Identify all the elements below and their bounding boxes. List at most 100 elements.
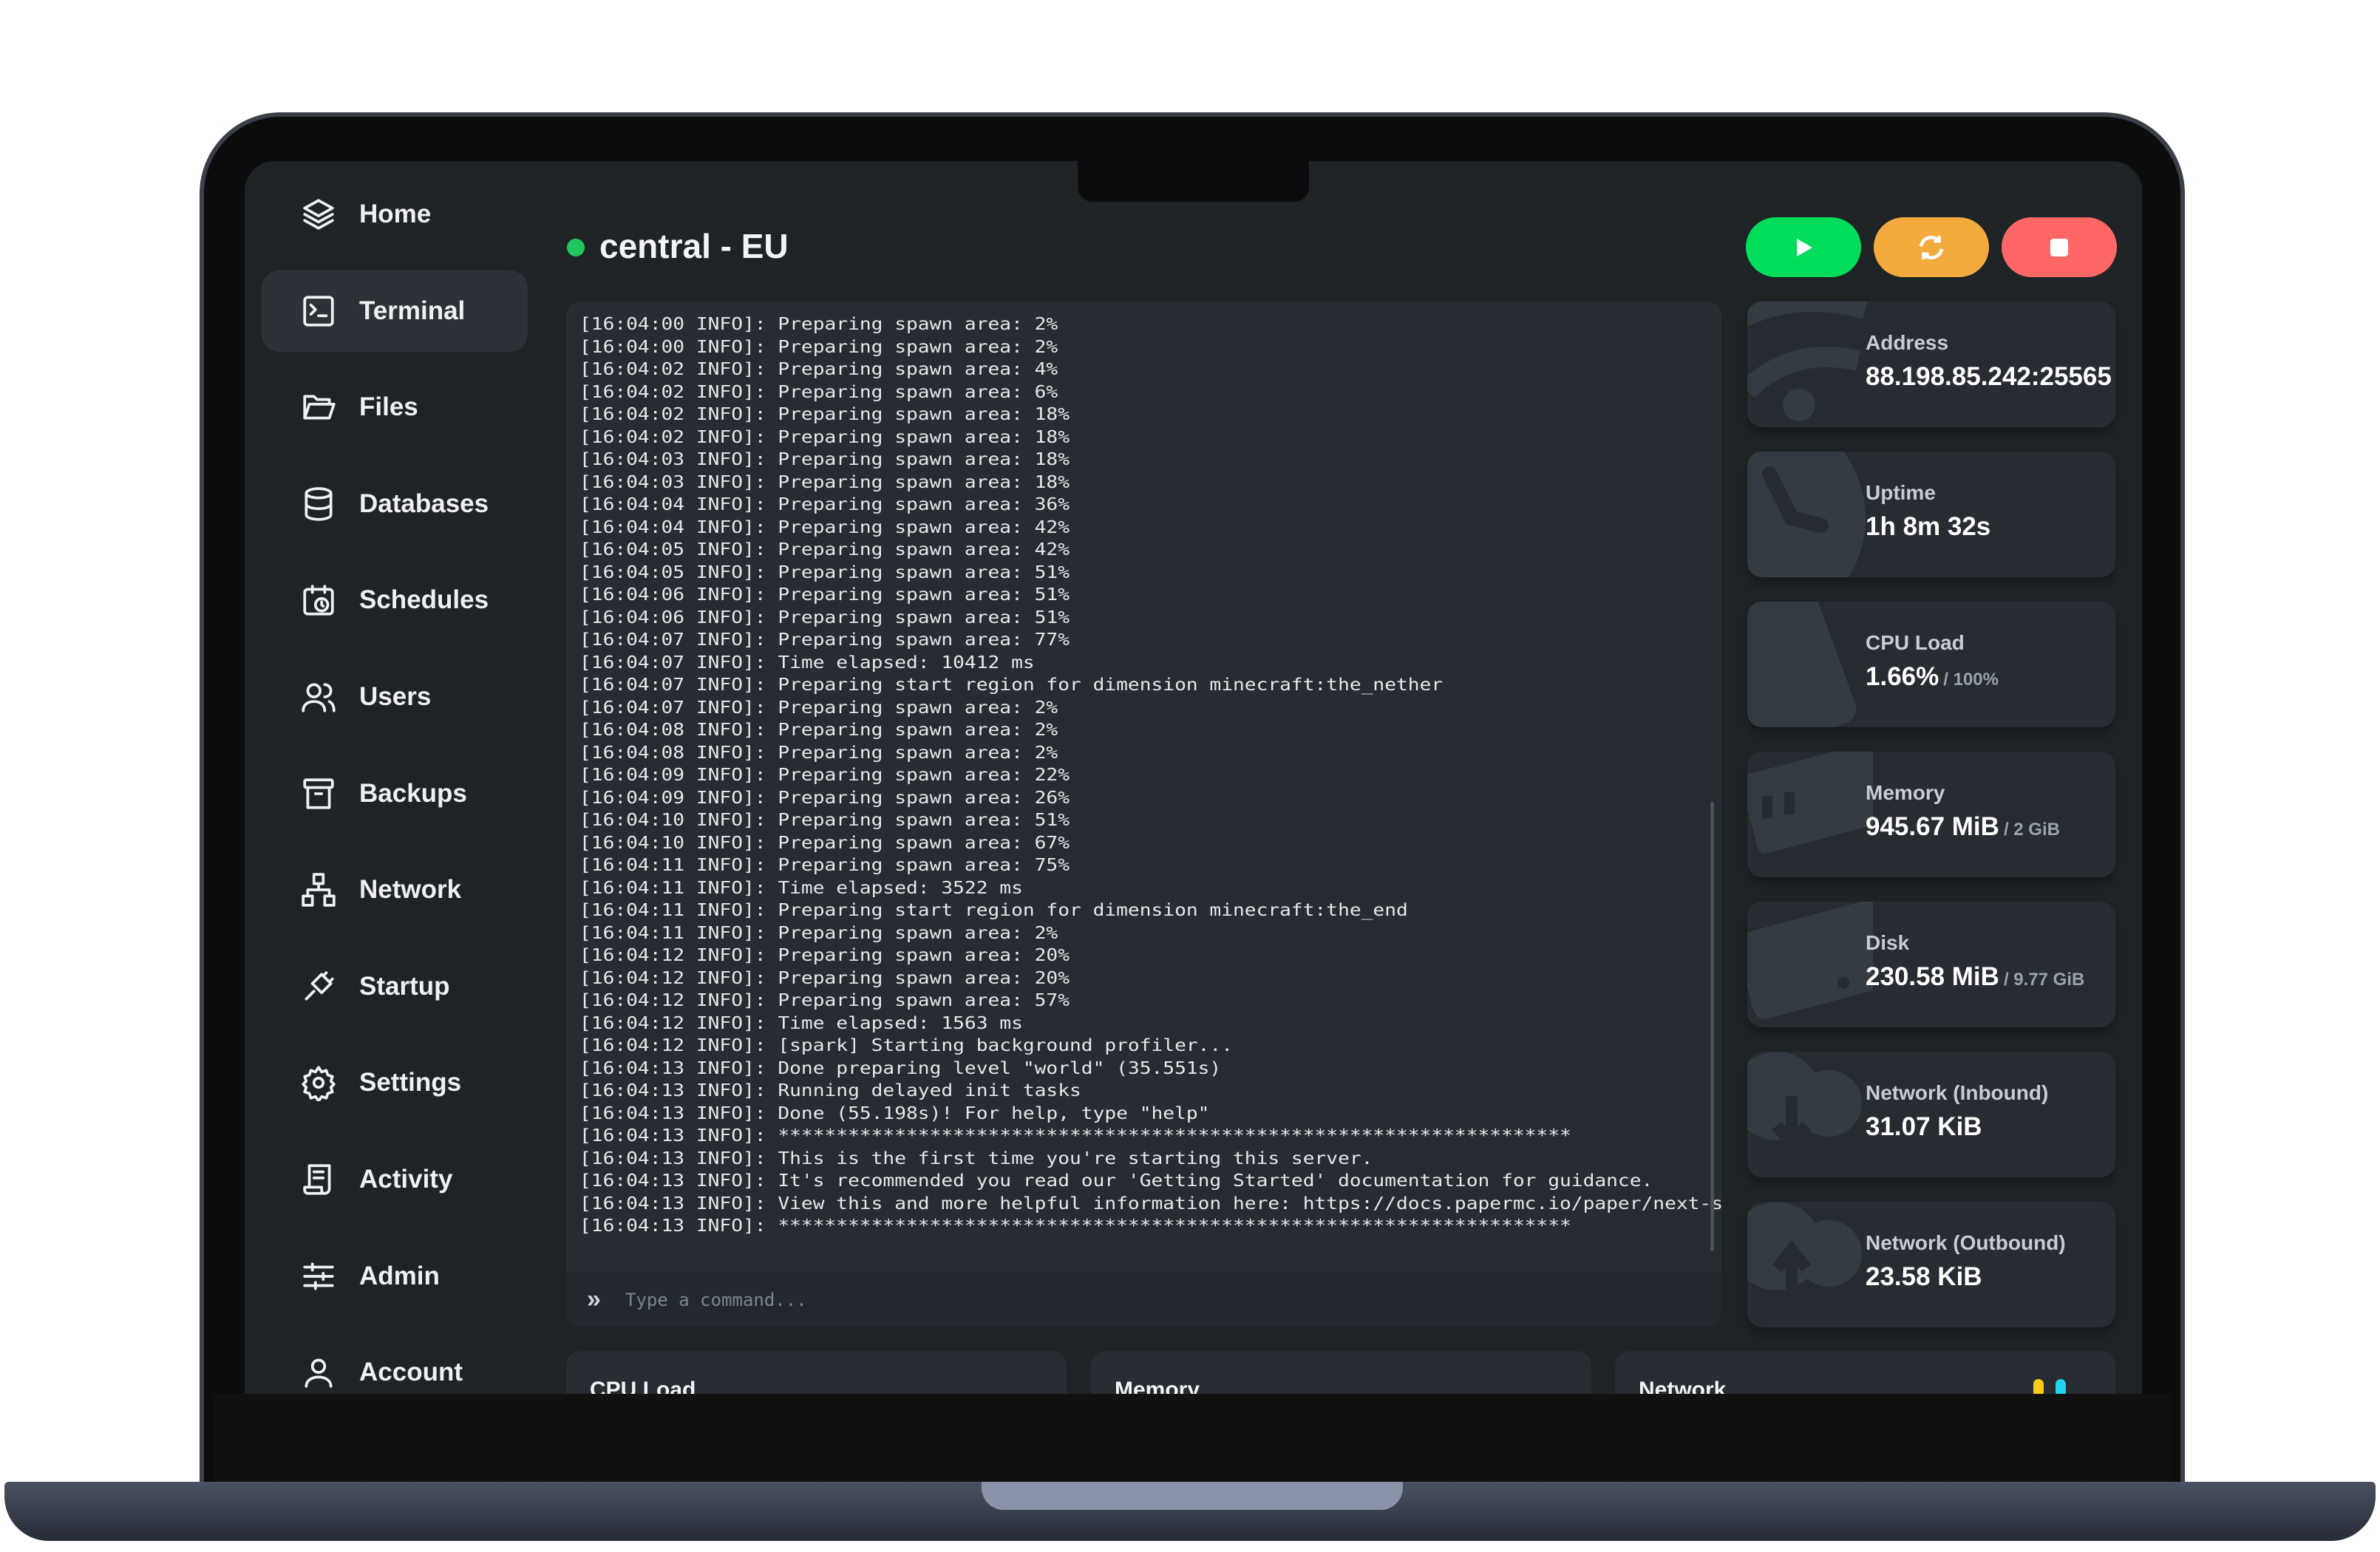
sidebar-item-backups[interactable]: Backups (262, 753, 528, 834)
stat-card-memory: Memory 945.67 MiB/ 2 GiB (1747, 752, 2115, 877)
wifi-icon (1747, 302, 1868, 421)
console-line: [16:04:12 INFO]: Preparing spawn area: 2… (579, 946, 1070, 965)
sidebar-item-activity[interactable]: Activity (262, 1139, 528, 1220)
stat-max: / 2 GiB (2003, 820, 2060, 840)
stat-value-text: 31.07 KiB (1866, 1112, 1982, 1141)
cloud-download-icon (1747, 1052, 1862, 1154)
sidebar-item-label: Settings (359, 1068, 462, 1097)
clock-icon (1747, 452, 1866, 577)
chevrons-right-icon: » (587, 1285, 601, 1313)
scrollbar[interactable] (1710, 802, 1714, 1251)
memory-chart-card: Memory (1091, 1351, 1591, 1394)
stat-max: / 9.77 GiB (2003, 970, 2085, 990)
database-icon (305, 487, 333, 521)
scroll-icon (303, 1164, 331, 1195)
server-title: central - EU (599, 227, 789, 265)
sliders-icon (303, 1262, 334, 1290)
console-line: [16:04:00 INFO]: Preparing spawn area: 2… (579, 337, 1058, 357)
terminal-icon (303, 295, 334, 327)
folder-icon (303, 395, 336, 420)
sidebar-item-files[interactable]: Files (262, 367, 528, 448)
sidebar-item-terminal[interactable]: Terminal (262, 270, 528, 352)
console-line: [16:04:00 INFO]: Preparing spawn area: 2… (579, 315, 1058, 334)
restart-button[interactable] (1874, 217, 1989, 277)
console-line: [16:04:07 INFO]: Preparing start region … (579, 675, 1444, 695)
sidebar-item-label: Account (359, 1358, 463, 1387)
start-button[interactable] (1746, 217, 1861, 277)
stat-value: 1h 8m 32s (1866, 512, 1990, 542)
legend-outbound-marker (2056, 1379, 2066, 1394)
sidebar-item-home[interactable]: Home (262, 174, 528, 255)
console-line: [16:04:13 INFO]: Running delayed init ta… (579, 1081, 1081, 1100)
network-chart-card: Network (1615, 1351, 2115, 1394)
users-icon (302, 683, 336, 712)
console-line: [16:04:13 INFO]: ***********************… (579, 1216, 1571, 1236)
console-line: [16:04:09 INFO]: Preparing spawn area: 2… (579, 788, 1070, 808)
layers-icon (303, 199, 334, 230)
console-line: [16:04:08 INFO]: Preparing spawn area: 2… (579, 721, 1058, 740)
play-icon (1797, 238, 1812, 256)
console-line: [16:04:07 INFO]: Preparing spawn area: 2… (579, 698, 1058, 718)
gear-icon (302, 1066, 336, 1102)
cpu-icon (1747, 602, 1857, 727)
console-line: [16:04:13 INFO]: Done preparing level "w… (579, 1058, 1222, 1078)
stat-value-text: 1h 8m 32s (1866, 512, 1991, 541)
sidebar-item-users[interactable]: Users (262, 656, 528, 738)
sidebar-item-label: Home (359, 200, 432, 228)
laptop-chin (213, 1394, 2172, 1483)
stat-label: Network (Outbound) (1866, 1231, 2066, 1254)
console-line: [16:04:12 INFO]: Preparing spawn area: 5… (579, 991, 1070, 1010)
stat-card-uptime: Uptime 1h 8m 32s (1747, 452, 2115, 577)
sidebar-item-network[interactable]: Network (262, 849, 528, 930)
console-line: [16:04:03 INFO]: Preparing spawn area: 1… (579, 450, 1070, 469)
sidebar-item-databases[interactable]: Databases (262, 463, 528, 545)
stop-button[interactable] (2002, 217, 2117, 277)
hdd-icon (1747, 902, 1873, 1019)
console-line: [16:04:05 INFO]: Preparing spawn area: 5… (579, 562, 1070, 582)
stat-value: 945.67 MiB/ 2 GiB (1866, 812, 2060, 842)
command-input[interactable] (625, 1287, 1660, 1313)
stat-value: 230.58 MiB/ 9.77 GiB (1866, 962, 2084, 992)
sidebar-item-label: Terminal (359, 296, 466, 325)
stat-value-text: 230.58 MiB (1866, 962, 1999, 991)
stat-label: Disk (1866, 931, 1910, 954)
console-line: [16:04:08 INFO]: Preparing spawn area: 2… (579, 743, 1058, 763)
sidebar-item-admin[interactable]: Admin (262, 1236, 528, 1317)
plug-icon (305, 971, 334, 1001)
console-line: [16:04:13 INFO]: Done (55.198s)! For hel… (579, 1103, 1210, 1123)
chart-title: CPU Load (590, 1378, 696, 1394)
stat-value-text: 1.66% (1866, 662, 1939, 691)
refresh-icon (1919, 235, 1944, 259)
stat-label: CPU Load (1866, 631, 1965, 654)
stat-label: Uptime (1866, 481, 1936, 504)
sidebar-item-label: Schedules (359, 585, 489, 615)
stat-card-address: Address 88.198.85.242:25565 (1747, 302, 2115, 427)
stat-card-network-outbound: Network (Outbound) 23.58 KiB (1747, 1202, 2115, 1327)
sidebar-item-label: Startup (359, 971, 450, 1001)
sidebar-item-startup[interactable]: Startup (262, 946, 528, 1027)
sidebar-item-schedules[interactable]: Schedules (262, 559, 528, 641)
camera-notch (1078, 161, 1309, 202)
console-line: [16:04:09 INFO]: Preparing spawn area: 2… (579, 766, 1070, 785)
stat-label: Memory (1866, 781, 1945, 804)
console-line: [16:04:12 INFO]: Preparing spawn area: 2… (579, 968, 1070, 988)
memory-icon (1747, 752, 1873, 854)
stat-max: / 100% (1943, 670, 1999, 690)
sidebar-item-settings[interactable]: Settings (262, 1042, 528, 1123)
stat-value: 88.198.85.242:25565 (1866, 362, 2112, 392)
console-line: [16:04:13 INFO]: It's recommended you re… (579, 1171, 1653, 1191)
console-line: [16:04:02 INFO]: Preparing spawn area: 1… (579, 405, 1070, 424)
stat-card-disk: Disk 230.58 MiB/ 9.77 GiB (1747, 902, 2115, 1027)
stop-icon (2050, 238, 2068, 256)
command-bar: » (566, 1272, 1721, 1327)
console-line: [16:04:12 INFO]: [spark] Starting backgr… (579, 1036, 1234, 1055)
sidebar-item-label: Admin (359, 1261, 440, 1290)
sidebar-item-account[interactable]: Account (262, 1332, 528, 1394)
console-line: [16:04:11 INFO]: Time elapsed: 3522 ms (579, 878, 1023, 898)
console-line: [16:04:03 INFO]: Preparing spawn area: 1… (579, 472, 1070, 492)
sidebar-item-label: Activity (359, 1165, 453, 1194)
console-line: [16:04:13 INFO]: View this and more help… (579, 1194, 1721, 1214)
legend-inbound-marker (2033, 1379, 2044, 1394)
terminal-console: [16:04:00 INFO]: Preparing spawn area: 2… (566, 302, 1721, 1327)
console-line: [16:04:02 INFO]: Preparing spawn area: 4… (579, 360, 1058, 379)
